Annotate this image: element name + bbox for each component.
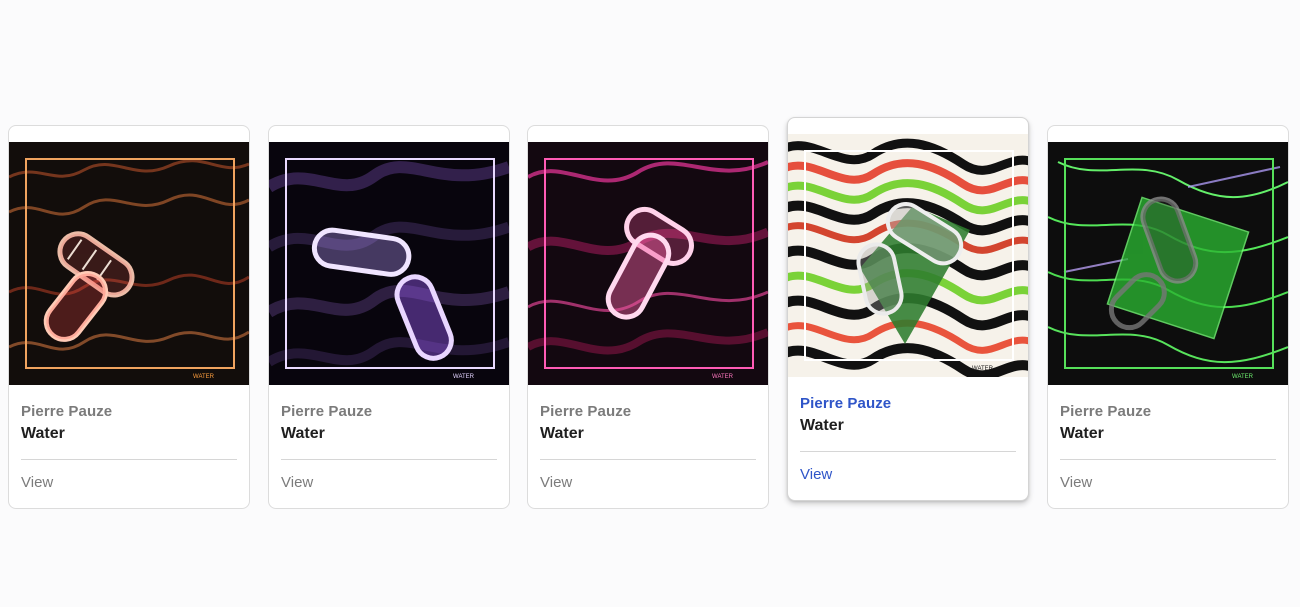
artwork-title: Water [21, 425, 65, 442]
artwork-thumbnail-purple[interactable]: WATER [269, 142, 509, 385]
artist-name[interactable]: Pierre Pauze [540, 403, 631, 420]
artwork-card-hovered[interactable]: WATER Pierre Pauze Water View [787, 117, 1029, 501]
artist-name[interactable]: Pierre Pauze [281, 403, 372, 420]
card-divider [800, 451, 1016, 452]
artwork-watermark: WATER [1232, 374, 1254, 380]
artwork-card[interactable]: WATER Pierre Pauze Water View [8, 125, 250, 509]
artwork-thumbnail-magenta[interactable]: WATER [528, 142, 768, 385]
view-link[interactable]: View [800, 466, 832, 483]
artwork-watermark: WATER [453, 374, 475, 380]
artwork-watermark: WATER [193, 374, 215, 380]
artwork-watermark: WATER [972, 366, 994, 372]
view-link[interactable]: View [21, 474, 53, 491]
artwork-watermark: WATER [712, 374, 734, 380]
view-link[interactable]: View [540, 474, 572, 491]
card-divider [540, 459, 756, 460]
artwork-title: Water [800, 417, 844, 434]
card-divider [1060, 459, 1276, 460]
card-divider [21, 459, 237, 460]
artwork-title: Water [540, 425, 584, 442]
artwork-title: Water [281, 425, 325, 442]
artist-name[interactable]: Pierre Pauze [1060, 403, 1151, 420]
card-divider [281, 459, 497, 460]
artwork-card[interactable]: WATER Pierre Pauze Water View [1047, 125, 1289, 509]
card-gallery: WATER Pierre Pauze Water View WATER Pier… [0, 0, 1300, 607]
artwork-thumbnail-green[interactable]: WATER [1048, 142, 1288, 385]
artwork-thumbnail-orange[interactable]: WATER [9, 142, 249, 385]
artwork-card[interactable]: WATER Pierre Pauze Water View [527, 125, 769, 509]
artist-name[interactable]: Pierre Pauze [800, 395, 891, 412]
view-link[interactable]: View [281, 474, 313, 491]
view-link[interactable]: View [1060, 474, 1092, 491]
artwork-title: Water [1060, 425, 1104, 442]
artwork-card[interactable]: WATER Pierre Pauze Water View [268, 125, 510, 509]
artwork-thumbnail-psychedelic[interactable]: WATER [788, 134, 1028, 377]
artist-name[interactable]: Pierre Pauze [21, 403, 112, 420]
